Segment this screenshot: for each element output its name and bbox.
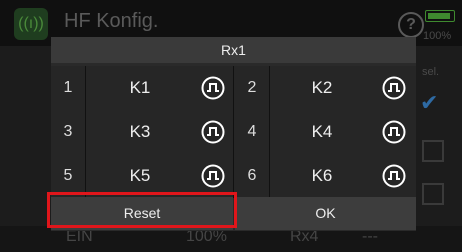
pulse-icon[interactable] (382, 120, 406, 144)
reset-highlight-frame (47, 192, 237, 228)
channel-row: 3 K3 4 K4 (51, 110, 416, 154)
pulse-icon[interactable] (201, 76, 225, 100)
pulse-icon[interactable] (382, 76, 406, 100)
battery-icon (425, 10, 455, 22)
channel-number: 4 (247, 123, 257, 140)
channel-row: 1 K1 2 K2 (51, 66, 416, 110)
pulse-icon[interactable] (382, 164, 406, 188)
battery-percent: 100% (423, 30, 452, 42)
checkmark-icon: ✔ (420, 90, 439, 115)
checkbox (422, 140, 444, 162)
ok-button[interactable]: OK (235, 197, 416, 230)
background-title: HF Konfig. (64, 10, 159, 32)
checkbox (422, 183, 444, 205)
channel-number: 6 (247, 167, 257, 184)
sel-column-label: sel. (422, 66, 440, 78)
channel-label[interactable]: K2 (277, 66, 367, 110)
pulse-icon[interactable] (201, 164, 225, 188)
pulse-icon[interactable] (201, 120, 225, 144)
channel-number: 2 (247, 79, 257, 96)
channel-label[interactable]: K4 (277, 110, 367, 154)
channel-label[interactable]: K1 (95, 66, 185, 110)
channel-label[interactable]: K3 (95, 110, 185, 154)
channel-label[interactable]: K6 (277, 154, 367, 198)
channel-number: 1 (63, 79, 73, 96)
channel-number: 3 (63, 123, 73, 140)
antenna-icon: ((ı)) (14, 8, 48, 40)
dialog-title: Rx1 (51, 37, 416, 63)
help-icon: ? (398, 12, 424, 38)
